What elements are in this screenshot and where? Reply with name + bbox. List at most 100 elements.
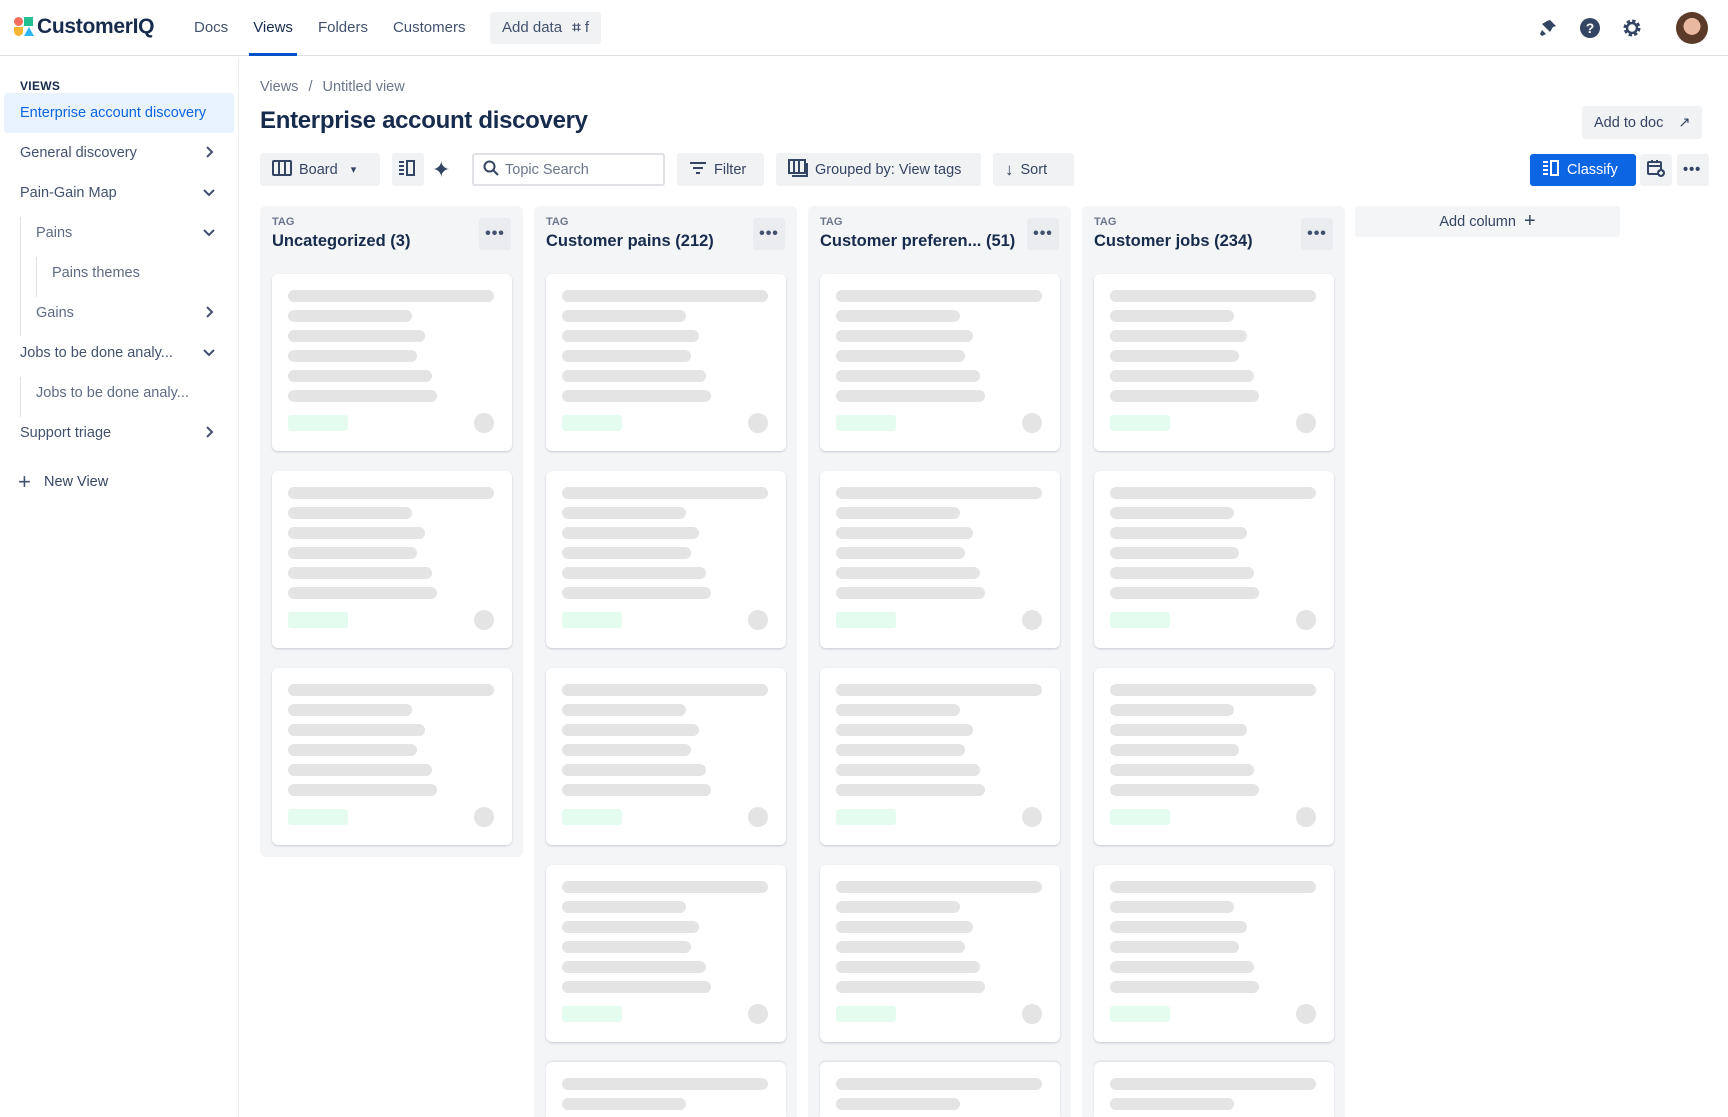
loading-card[interactable] <box>1094 668 1334 845</box>
column-more-button[interactable]: ••• <box>753 218 785 250</box>
skeleton-tag <box>836 809 896 825</box>
board-column: TAG Customer pains (212) ••• <box>534 206 797 1117</box>
chevron-right-icon[interactable] <box>202 425 216 443</box>
topic-search-input[interactable]: Topic Search <box>472 153 665 186</box>
sidebar-item[interactable]: Pains themes <box>4 253 234 293</box>
loading-card[interactable] <box>272 274 512 451</box>
add-to-doc-label: Add to doc <box>1594 114 1664 131</box>
add-column-button[interactable]: Add column + <box>1355 206 1620 237</box>
chevron-down-icon[interactable] <box>202 185 216 203</box>
loading-card[interactable] <box>1094 274 1334 451</box>
skeleton-line <box>562 290 768 302</box>
sidebar-item[interactable]: Jobs to be done analy... <box>4 373 234 413</box>
ai-sparkle-icon[interactable]: ✦ <box>432 157 450 183</box>
skeleton-line <box>562 941 691 953</box>
skeleton-avatar <box>1296 413 1316 433</box>
chevron-down-icon[interactable] <box>202 225 216 243</box>
loading-card[interactable] <box>820 471 1060 648</box>
user-avatar[interactable] <box>1676 12 1708 44</box>
sidebar-item[interactable]: Gains <box>4 293 234 333</box>
loading-card[interactable] <box>820 274 1060 451</box>
board-column: TAG Uncategorized (3) ••• <box>260 206 523 857</box>
skeleton-line <box>836 981 985 993</box>
sidebar-item[interactable]: Pain-Gain Map <box>4 173 234 213</box>
sidebar-item-label: Support triage <box>20 425 112 441</box>
sort-button[interactable]: ↓ Sort <box>993 153 1074 186</box>
skeleton-line <box>836 764 980 776</box>
skeleton-line <box>836 901 960 913</box>
skeleton-avatar <box>474 610 494 630</box>
skeleton-avatar <box>1022 1004 1042 1024</box>
skeleton-line <box>1110 1078 1316 1090</box>
sidebar-item[interactable]: Support triage <box>4 413 234 453</box>
loading-card[interactable] <box>1094 1062 1334 1117</box>
board-view-dropdown[interactable]: Board ▾ <box>260 153 380 186</box>
skeleton-line <box>836 1078 1042 1090</box>
loading-card[interactable] <box>820 1062 1060 1117</box>
customeriq-logo[interactable]: CustomerIQ <box>14 15 154 39</box>
new-view-button[interactable]: + New View <box>4 462 234 502</box>
loading-card[interactable] <box>820 865 1060 1042</box>
skeleton-avatar <box>474 807 494 827</box>
skeleton-line <box>1110 941 1239 953</box>
sidebar-item[interactable]: Enterprise account discovery <box>4 93 234 133</box>
skeleton-line <box>288 487 494 499</box>
add-to-doc-button[interactable]: Add to doc ↗ <box>1582 106 1703 139</box>
chevron-right-icon[interactable] <box>202 145 216 163</box>
skeleton-line <box>562 567 706 579</box>
chevron-down-icon: ▾ <box>350 164 357 176</box>
more-options-button[interactable]: ••• <box>1677 154 1709 186</box>
loading-card[interactable] <box>546 865 786 1042</box>
nav-folders[interactable]: Folders <box>318 0 368 56</box>
sidebar-item[interactable]: Pains <box>4 213 234 253</box>
skeleton-line <box>836 547 965 559</box>
sidebar-item[interactable]: Jobs to be done analy... <box>4 333 234 373</box>
loading-card[interactable] <box>820 668 1060 845</box>
skeleton-line <box>836 310 960 322</box>
chevron-right-icon[interactable] <box>202 305 216 323</box>
skeleton-line <box>1110 547 1239 559</box>
filter-button[interactable]: Filter <box>677 153 764 186</box>
settings-gear-icon[interactable] <box>1620 16 1644 40</box>
nav-views[interactable]: Views <box>249 0 297 56</box>
sidebar-item-label: Pain-Gain Map <box>20 185 117 201</box>
column-more-button[interactable]: ••• <box>479 218 511 250</box>
skeleton-line <box>288 684 494 696</box>
column-more-button[interactable]: ••• <box>1027 218 1059 250</box>
add-data-button[interactable]: Add data ⌗ f <box>490 12 602 44</box>
loading-card[interactable] <box>1094 865 1334 1042</box>
skeleton-line <box>1110 330 1247 342</box>
loading-card[interactable] <box>272 668 512 845</box>
skeleton-line <box>562 684 768 696</box>
sort-label: Sort <box>1020 161 1048 178</box>
app-name: CustomerIQ <box>37 15 155 38</box>
breadcrumb-views[interactable]: Views <box>260 79 298 95</box>
schedule-button[interactable] <box>1640 154 1672 186</box>
sidebar-item[interactable]: General discovery <box>4 133 234 173</box>
nav-customers[interactable]: Customers <box>393 0 466 56</box>
skeleton-line <box>288 547 417 559</box>
skeleton-line <box>288 310 412 322</box>
loading-card[interactable] <box>1094 471 1334 648</box>
loading-card[interactable] <box>546 471 786 648</box>
more-horizontal-icon: ••• <box>759 225 779 242</box>
calendar-add-icon <box>1646 158 1666 182</box>
skeleton-line <box>562 961 706 973</box>
skeleton-line <box>1110 961 1254 973</box>
skeleton-tag <box>1110 415 1170 431</box>
skeleton-tag <box>836 415 896 431</box>
loading-card[interactable] <box>546 274 786 451</box>
loading-card[interactable] <box>546 668 786 845</box>
chevron-down-icon[interactable] <box>202 345 216 363</box>
skeleton-line <box>562 330 699 342</box>
more-horizontal-icon: ••• <box>1307 225 1327 242</box>
group-by-button[interactable]: Grouped by: View tags <box>776 153 981 186</box>
classify-button[interactable]: Classify <box>1530 154 1636 186</box>
loading-card[interactable] <box>272 471 512 648</box>
column-more-button[interactable]: ••• <box>1301 218 1333 250</box>
help-icon[interactable]: ? <box>1578 16 1602 40</box>
notifications-bell-icon[interactable] <box>1536 16 1560 40</box>
classify-panel-button[interactable] <box>392 153 424 186</box>
nav-docs[interactable]: Docs <box>194 0 228 56</box>
loading-card[interactable] <box>546 1062 786 1117</box>
